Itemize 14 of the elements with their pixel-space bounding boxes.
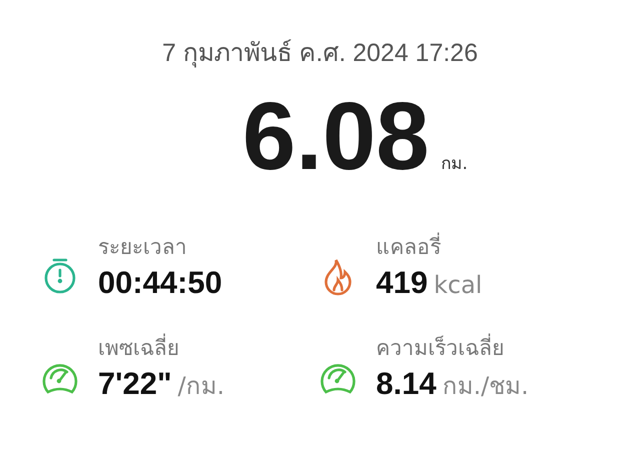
stat-unit: kcal <box>434 271 482 299</box>
stat-value: 8.14 <box>376 366 436 402</box>
stat-unit: /กม. <box>178 371 225 402</box>
stat-value: 7'22" <box>98 366 172 402</box>
stat-label: ความเร็วเฉลี่ย <box>376 331 529 364</box>
stat-value: 00:44:50 <box>98 265 222 301</box>
stat-label: เพซเฉลี่ย <box>98 331 225 364</box>
stat-label: ระยะเวลา <box>98 234 188 261</box>
workout-date: 7 กุมภาพันธ์ ค.ศ. 2024 17:26 <box>162 38 478 70</box>
distance-value: 6.08 <box>242 82 430 192</box>
stat-value: 419 <box>376 265 428 301</box>
distance-unit: กม. <box>441 153 468 176</box>
stat-label: แคลอรี่ <box>376 230 482 263</box>
stat-unit: กม./ชม. <box>442 371 529 402</box>
